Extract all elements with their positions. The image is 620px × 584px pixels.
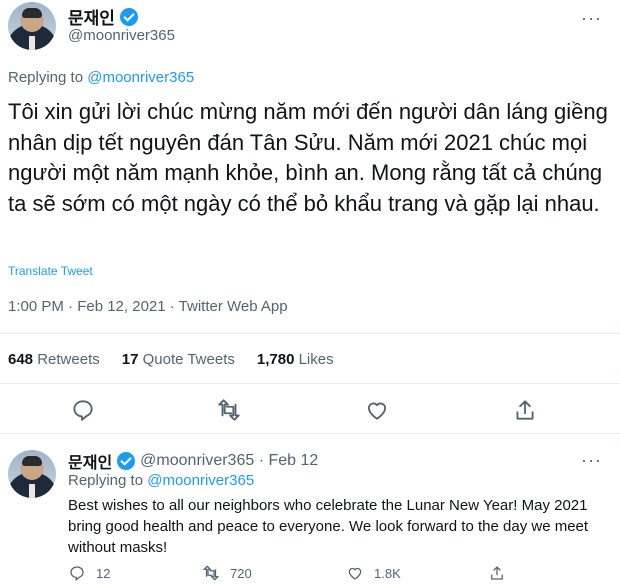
retweet-icon[interactable]: [216, 397, 242, 423]
divider: [0, 433, 620, 434]
author-avatar[interactable]: [8, 2, 56, 50]
like-icon[interactable]: [364, 397, 390, 423]
retweets-stat[interactable]: 648 Retweets: [8, 351, 100, 368]
more-icon[interactable]: ···: [581, 8, 602, 29]
replying-to: Replying to @moonriver365: [8, 69, 194, 86]
replying-to-link[interactable]: @moonriver365: [87, 69, 194, 86]
reply-author-avatar[interactable]: [8, 450, 56, 498]
share-icon: [491, 566, 503, 580]
reply-count: 12: [96, 565, 111, 581]
author-name-row[interactable]: 문재인: [68, 4, 138, 29]
reply-header: 문재인 @moonriver365 · Feb 12: [68, 449, 318, 473]
reply-actions: 12 720 1.8K: [68, 564, 608, 584]
divider: [0, 333, 620, 334]
reply-tweet-text: Best wishes to all our neighbors who cel…: [68, 497, 589, 556]
verified-badge-icon: [117, 452, 136, 470]
reply-icon[interactable]: [70, 397, 96, 423]
verified-badge-icon: [119, 7, 138, 26]
reply-author-name[interactable]: 문재인: [68, 449, 112, 473]
replying-prefix: Replying to: [68, 472, 148, 489]
avatar-shirt: [29, 484, 35, 498]
reply-like-action[interactable]: 1.8K: [346, 564, 401, 582]
tweet-timestamp[interactable]: 1:00 PM · Feb 12, 2021 · Twitter Web App: [8, 298, 288, 315]
like-icon: [348, 567, 362, 580]
author-name[interactable]: 문재인: [68, 4, 115, 29]
avatar-hair: [22, 8, 42, 18]
share-icon[interactable]: [512, 397, 538, 423]
more-icon[interactable]: ···: [581, 450, 602, 471]
like-count: 1.8K: [374, 565, 401, 581]
reply-replying-to: Replying to @moonriver365: [68, 472, 254, 489]
avatar-hair: [22, 456, 42, 466]
retweet-count: 720: [230, 565, 252, 581]
tweet-stats: 648 Retweets 17 Quote Tweets 1,780 Likes: [8, 351, 334, 368]
reply-icon: [70, 566, 84, 582]
likes-stat[interactable]: 1,780 Likes: [257, 351, 334, 368]
reply-handle-time[interactable]: @moonriver365 · Feb 12: [140, 452, 318, 470]
replying-to-link[interactable]: @moonriver365: [147, 472, 254, 489]
translate-tweet-link[interactable]: Translate Tweet: [8, 264, 93, 278]
reply-retweet-action[interactable]: 720: [202, 564, 252, 582]
quote-tweets-stat[interactable]: 17 Quote Tweets: [122, 351, 235, 368]
replying-prefix: Replying to: [8, 69, 88, 86]
reply-share-action[interactable]: [488, 564, 506, 582]
avatar-shirt: [29, 36, 35, 50]
author-handle[interactable]: @moonriver365: [68, 27, 175, 44]
tweet-text: Tôi xin gửi lời chúc mừng năm mới đến ng…: [8, 99, 608, 216]
retweet-icon: [202, 565, 220, 581]
reply-reply-action[interactable]: 12: [68, 564, 110, 582]
divider: [0, 383, 620, 384]
tweet-actions: [0, 397, 620, 423]
